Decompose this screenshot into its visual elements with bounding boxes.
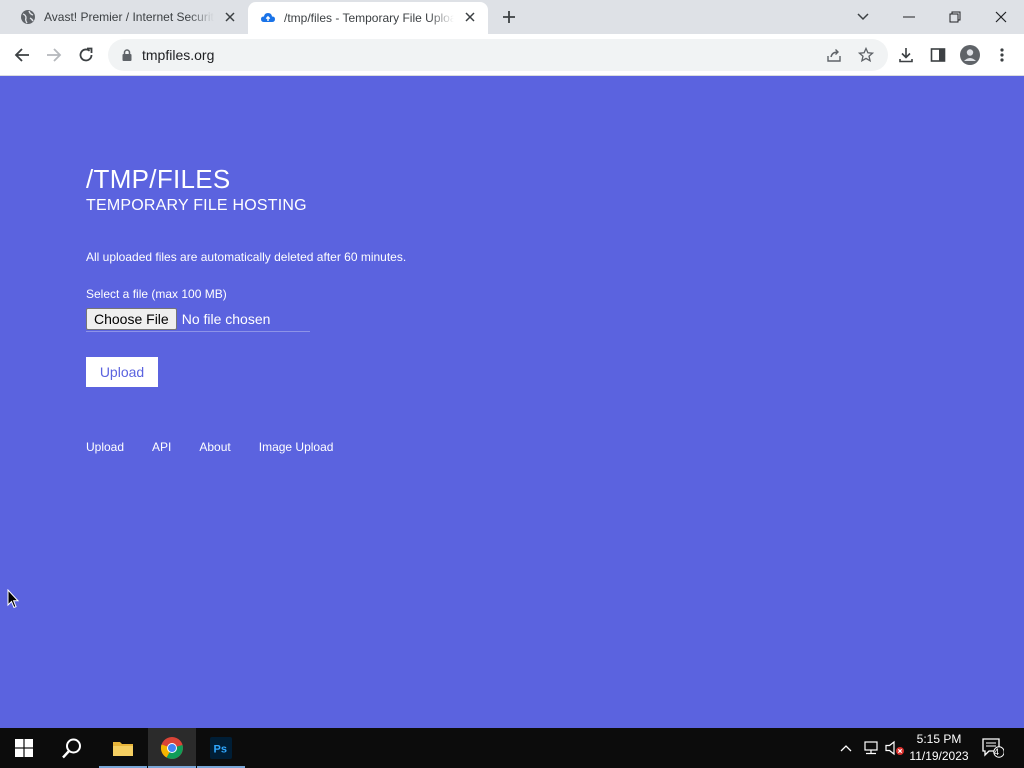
footer-nav: Upload API About Image Upload <box>86 440 361 454</box>
globe-icon <box>20 9 36 25</box>
share-icon[interactable] <box>822 43 846 67</box>
windows-taskbar: Ps 5:15 PM 11/19/2023 4 <box>0 728 1024 768</box>
page-content: /TMP/FILES TEMPORARY FILE HOSTING All up… <box>0 77 1024 728</box>
photoshop-icon[interactable]: Ps <box>197 728 245 768</box>
restore-button[interactable] <box>932 0 978 34</box>
tab-avast[interactable]: Avast! Premier / Internet Security <box>0 0 248 34</box>
file-explorer-icon[interactable] <box>99 728 147 768</box>
profile-avatar-icon[interactable] <box>958 43 982 67</box>
footer-link-api[interactable]: API <box>152 440 171 454</box>
lock-icon[interactable] <box>120 48 134 62</box>
page-subtitle: TEMPORARY FILE HOSTING <box>86 197 307 214</box>
tab-tmpfiles[interactable]: /tmp/files - Temporary File Upload <box>248 2 488 34</box>
address-bar[interactable]: tmpfiles.org <box>108 39 888 71</box>
footer-link-upload[interactable]: Upload <box>86 440 124 454</box>
close-tab-icon[interactable] <box>222 9 238 25</box>
footer-link-image-upload[interactable]: Image Upload <box>259 440 334 454</box>
page-title: /TMP/FILES <box>86 164 231 194</box>
menu-kebab-icon[interactable] <box>990 43 1014 67</box>
file-select-label: Select a file (max 100 MB) <box>86 287 227 301</box>
notification-count-badge: 4 <box>994 747 1000 757</box>
bookmark-star-icon[interactable] <box>854 43 878 67</box>
reload-button[interactable] <box>74 43 98 67</box>
system-clock[interactable]: 5:15 PM 11/19/2023 <box>904 731 974 765</box>
forward-button[interactable] <box>42 43 66 67</box>
upload-button[interactable]: Upload <box>86 357 158 387</box>
mouse-cursor-icon <box>7 588 20 614</box>
notification-center-icon[interactable]: 4 <box>980 728 1006 768</box>
side-panel-icon[interactable] <box>926 43 950 67</box>
chrome-taskbar-icon[interactable] <box>148 728 196 768</box>
start-button[interactable] <box>0 728 48 768</box>
tab-title: Avast! Premier / Internet Security <box>44 10 214 24</box>
browser-toolbar: tmpfiles.org <box>0 34 1024 76</box>
svg-text:Ps: Ps <box>214 744 227 756</box>
volume-muted-icon[interactable] <box>884 728 906 768</box>
footer-link-about[interactable]: About <box>199 440 230 454</box>
back-button[interactable] <box>10 43 34 67</box>
network-icon[interactable] <box>860 728 882 768</box>
url-text: tmpfiles.org <box>142 47 215 63</box>
show-hidden-icons-icon[interactable] <box>836 728 856 768</box>
tab-strip: Avast! Premier / Internet Security /tmp/… <box>0 0 1024 34</box>
file-input[interactable]: Choose File No file chosen <box>86 306 310 332</box>
cloud-upload-icon <box>260 10 276 26</box>
minimize-button[interactable] <box>886 0 932 34</box>
download-icon[interactable] <box>894 43 918 67</box>
new-tab-button[interactable] <box>499 7 519 27</box>
clock-time: 5:15 PM <box>916 732 962 746</box>
choose-file-button[interactable]: Choose File <box>86 307 177 330</box>
search-icon[interactable] <box>48 728 96 768</box>
close-tab-icon[interactable] <box>462 9 478 25</box>
no-file-text: No file chosen <box>181 310 271 327</box>
tab-search-icon[interactable] <box>840 0 886 34</box>
clock-date: 11/19/2023 <box>909 749 969 763</box>
tab-title: /tmp/files - Temporary File Upload <box>284 11 454 25</box>
close-window-button[interactable] <box>978 0 1024 34</box>
deletion-notice: All uploaded files are automatically del… <box>86 250 407 264</box>
